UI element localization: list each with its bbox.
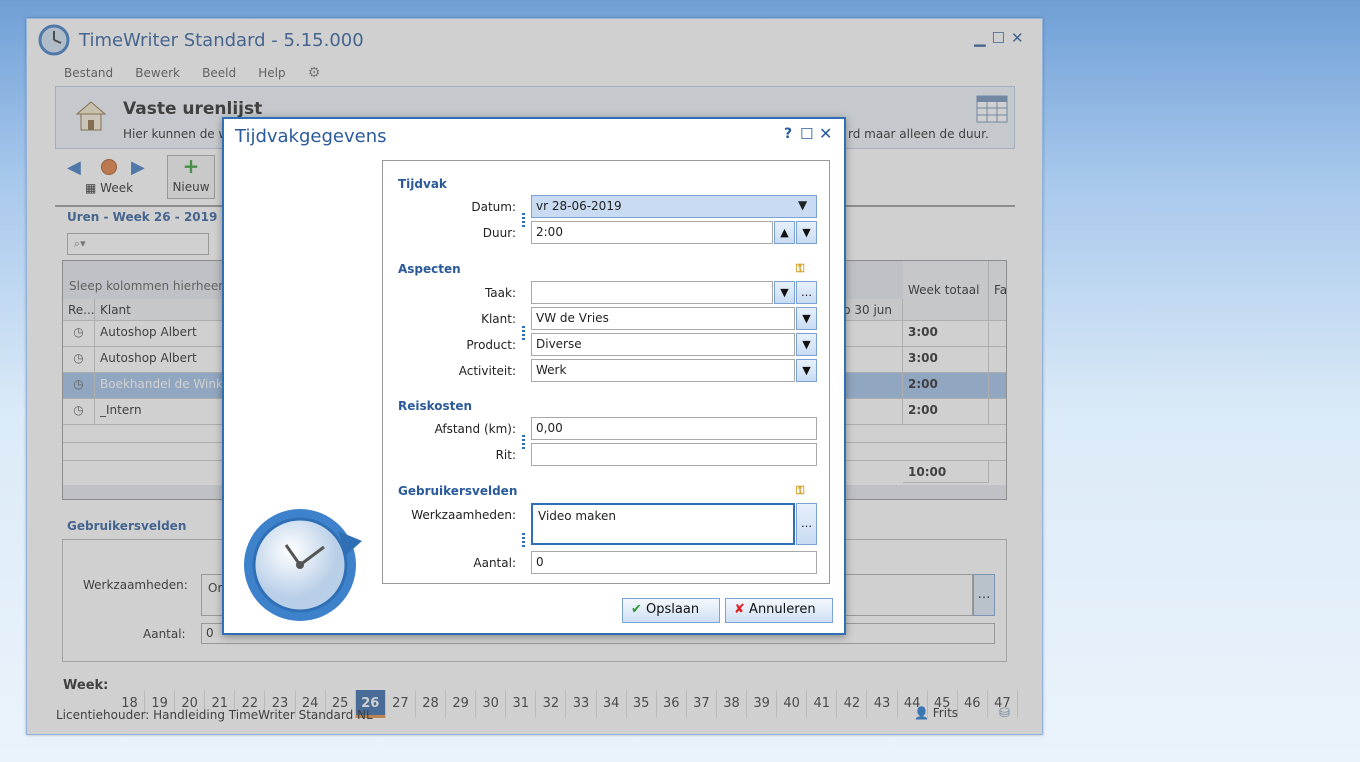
rit-input[interactable] [531,443,817,466]
group-dots [522,533,525,547]
keys-icon[interactable]: ⚿ [796,262,812,275]
cancel-button[interactable]: ✘ Annuleren [725,598,833,623]
werkzaamheden-label: Werkzaamheden: [411,508,516,522]
datum-select[interactable]: vr 28-06-2019 [531,195,817,218]
group-dots [522,435,525,449]
save-button[interactable]: ✔ Opslaan [622,598,720,623]
activiteit-label: Activiteit: [458,364,516,378]
section-gebruikersvelden: Gebruikersvelden [398,484,518,498]
product-dropdown-button[interactable]: ▼ [796,333,817,356]
klant-input[interactable]: VW de Vries [531,307,795,330]
activiteit-dropdown-button[interactable]: ▼ [796,359,817,382]
section-reiskosten: Reiskosten [398,399,473,413]
duur-input[interactable]: 2:00 [531,221,773,244]
group-dots [522,213,525,227]
tijdvak-dialog: Tijdvakgegevens ? ☐ ✕ Tijdvak Datum: vr … [222,117,846,635]
maximize-icon[interactable]: ☐ [800,125,813,143]
duur-up-button[interactable]: ▲ [774,221,795,244]
duur-label: Duur: [482,226,516,240]
taak-input[interactable] [531,281,773,304]
group-dots [522,326,525,340]
klant-label: Klant: [481,312,516,326]
product-label: Product: [466,338,516,352]
activiteit-input[interactable]: Werk [531,359,795,382]
help-icon[interactable]: ? [784,126,792,142]
aantal-input[interactable]: 0 [531,551,817,574]
afstand-input[interactable]: 0,00 [531,417,817,440]
taak-more-button[interactable]: … [796,281,817,304]
chevron-down-icon[interactable]: ▼ [798,198,807,212]
dialog-title: Tijdvakgegevens [235,126,387,147]
klant-dropdown-button[interactable]: ▼ [796,307,817,330]
section-aspecten: Aspecten [398,262,461,276]
clock-logo-icon [244,509,362,621]
section-tijdvak: Tijdvak [398,177,447,191]
afstand-label: Afstand (km): [434,422,516,436]
rit-label: Rit: [495,448,516,462]
product-input[interactable]: Diverse [531,333,795,356]
werkzaamheden-textarea[interactable]: Video maken [531,503,795,545]
werkzaamheden-more-button[interactable]: … [796,503,817,545]
cross-icon: ✘ [734,602,745,617]
check-icon: ✔ [631,602,642,617]
taak-label: Taak: [484,286,516,300]
close-icon[interactable]: ✕ [819,124,832,143]
datum-label: Datum: [471,200,516,214]
aantal-label: Aantal: [473,556,516,570]
duur-down-button[interactable]: ▼ [796,221,817,244]
keys-icon[interactable]: ⚿ [796,484,812,497]
taak-dropdown-button[interactable]: ▼ [774,281,795,304]
